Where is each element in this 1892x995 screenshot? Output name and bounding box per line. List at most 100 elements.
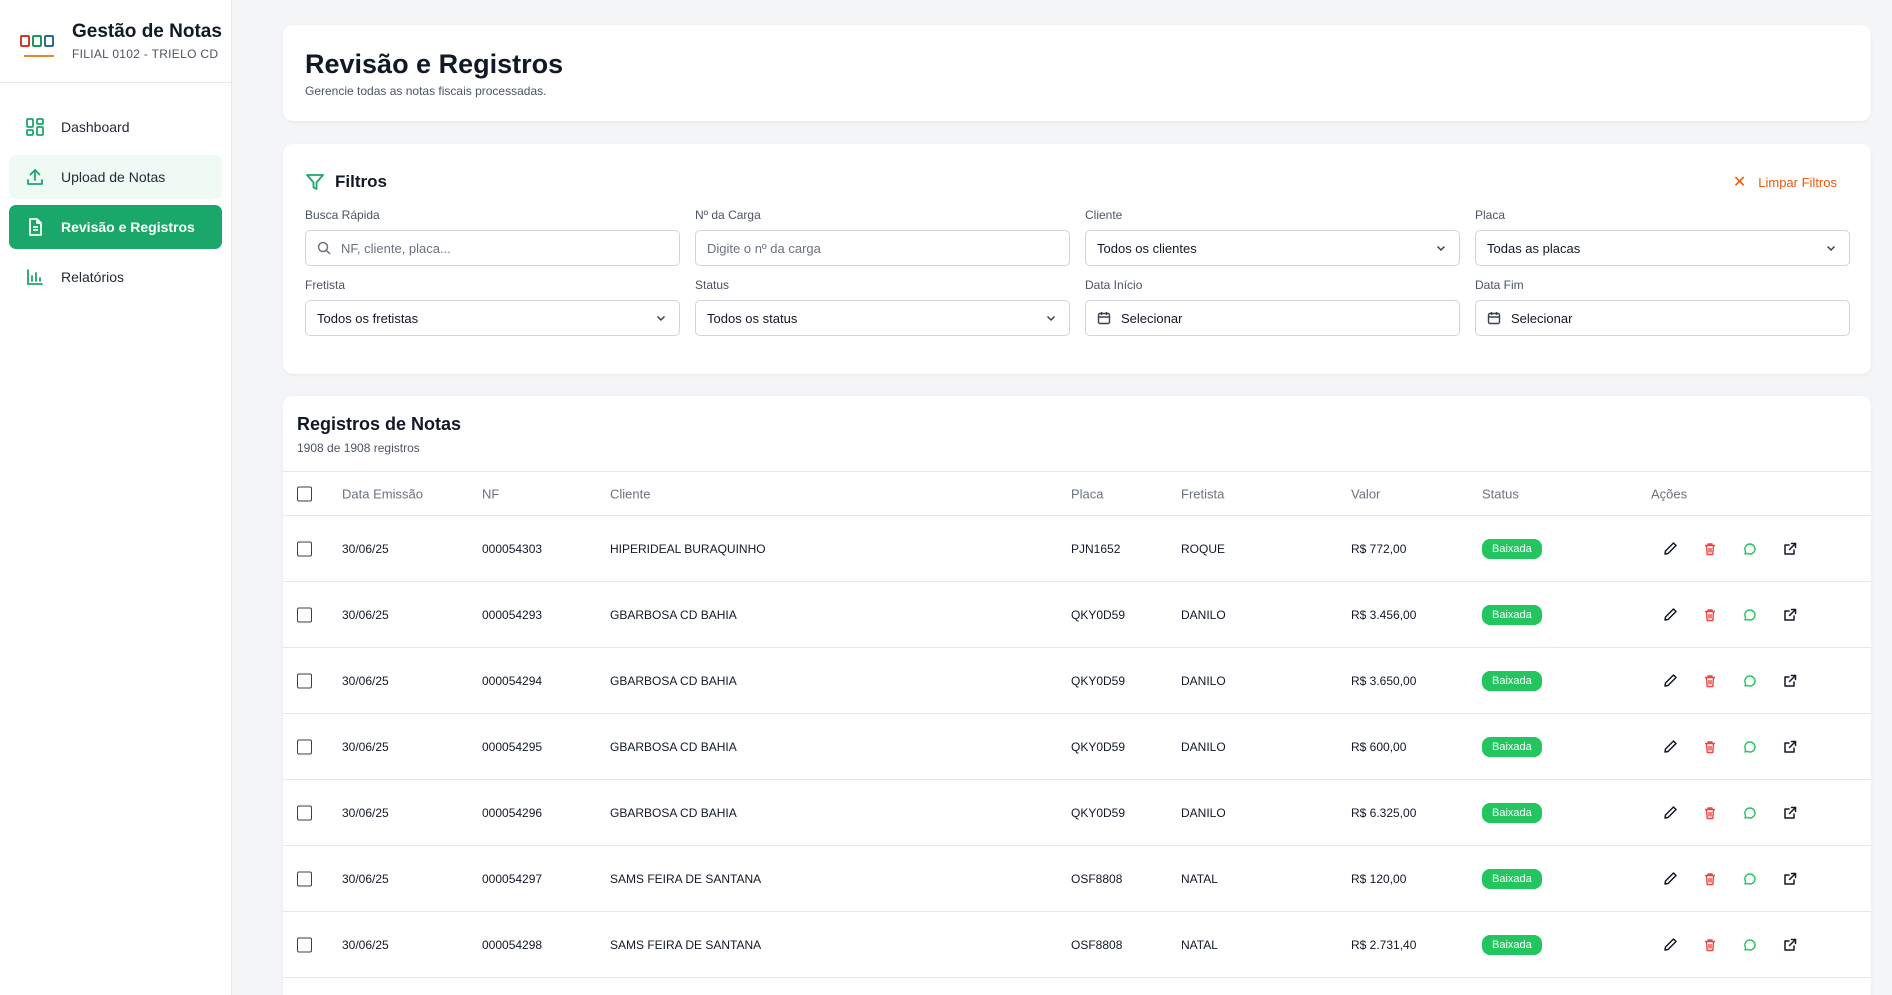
table-row: 30/06/25 000054296 GBARBOSA CD BAHIA QKY… [283,780,1871,846]
filter-icon [305,172,325,192]
records-count: 1908 de 1908 registros [297,441,420,455]
column-header-data[interactable]: Data Emissão [342,486,423,501]
busca-rapida-field: Busca Rápida NF, cliente, placa... [305,208,680,266]
edit-pencil-icon[interactable] [1661,738,1679,756]
edit-pencil-icon[interactable] [1661,936,1679,954]
cell-data-emissao: 30/06/25 [342,805,389,820]
open-external-icon[interactable] [1781,738,1799,756]
row-actions [1661,936,1799,954]
cell-valor: R$ 120,00 [1351,871,1407,886]
sidebar-item-relatorios[interactable]: Relatórios [9,255,222,299]
cliente-select[interactable]: Todos os clientes [1085,230,1460,266]
open-external-icon[interactable] [1781,804,1799,822]
row-checkbox[interactable] [297,739,312,754]
search-input[interactable]: NF, cliente, placa... [305,230,680,266]
status-badge: Baixada [1482,736,1542,757]
open-external-icon[interactable] [1781,936,1799,954]
chevron-down-icon [1045,312,1057,324]
open-external-icon[interactable] [1781,540,1799,558]
column-header-valor[interactable]: Valor [1351,486,1380,501]
sidebar-item-upload[interactable]: Upload de Notas [9,155,222,199]
open-external-icon[interactable] [1781,870,1799,888]
chevron-down-icon [1435,242,1447,254]
cell-data-emissao: 30/06/25 [342,607,389,622]
data-inicio-picker[interactable]: Selecionar [1085,300,1460,336]
cell-nf: 000054293 [482,607,543,622]
sidebar-item-revisao[interactable]: Revisão e Registros [9,205,222,249]
chat-bubble-icon[interactable] [1741,936,1759,954]
table-row: 30/06/25 000054303 HIPERIDEAL BURAQUINHO… [283,516,1871,582]
search-icon [317,241,331,255]
cell-cliente: GBARBOSA CD BAHIA [610,607,737,622]
chat-bubble-icon[interactable] [1741,672,1759,690]
edit-pencil-icon[interactable] [1661,870,1679,888]
document-icon [25,217,45,237]
clear-filters-button[interactable]: ✕ Limpar Filtros [1733,172,1849,192]
cell-fretista: ROQUE [1181,541,1226,556]
sidebar-item-label: Upload de Notas [61,169,166,185]
data-fim-picker[interactable]: Selecionar [1475,300,1850,336]
cell-nf: 000054294 [482,673,543,688]
cell-data-emissao: 30/06/25 [342,673,389,688]
chat-bubble-icon[interactable] [1741,606,1759,624]
calendar-icon [1487,311,1501,325]
edit-pencil-icon[interactable] [1661,540,1679,558]
delete-trash-icon[interactable] [1701,936,1719,954]
open-external-icon[interactable] [1781,606,1799,624]
chat-bubble-icon[interactable] [1741,804,1759,822]
bar-chart-icon [25,267,45,287]
column-header-placa[interactable]: Placa [1071,486,1104,501]
chevron-down-icon [655,312,667,324]
carga-input[interactable]: Digite o nº da carga [695,230,1070,266]
placa-select[interactable]: Todas as placas [1475,230,1850,266]
table-row: 30/06/25 000054297 SAMS FEIRA DE SANTANA… [283,846,1871,912]
column-header-fretista[interactable]: Fretista [1181,486,1224,501]
edit-pencil-icon[interactable] [1661,672,1679,690]
delete-trash-icon[interactable] [1701,672,1719,690]
column-header-acoes: Ações [1651,486,1688,501]
chat-bubble-icon[interactable] [1741,870,1759,888]
delete-trash-icon[interactable] [1701,540,1719,558]
row-checkbox[interactable] [297,871,312,886]
table-row: 30/06/25 000054294 GBARBOSA CD BAHIA QKY… [283,648,1871,714]
chevron-down-icon [1825,242,1837,254]
filters-title: Filtros [305,172,387,192]
row-actions [1661,606,1799,624]
select-all-checkbox[interactable] [297,486,312,501]
status-badge: Baixada [1482,934,1542,955]
row-checkbox[interactable] [297,541,312,556]
edit-pencil-icon[interactable] [1661,606,1679,624]
open-external-icon[interactable] [1781,672,1799,690]
delete-trash-icon[interactable] [1701,870,1719,888]
column-header-status[interactable]: Status [1482,486,1519,501]
row-actions [1661,870,1799,888]
filters-panel: Filtros ✕ Limpar Filtros Busca Rápida NF… [283,144,1871,374]
fretista-select[interactable]: Todos os fretistas [305,300,680,336]
cell-fretista: DANILO [1181,673,1226,688]
row-checkbox[interactable] [297,607,312,622]
dashboard-grid-icon [25,117,45,137]
chat-bubble-icon[interactable] [1741,738,1759,756]
row-checkbox[interactable] [297,805,312,820]
status-select[interactable]: Todos os status [695,300,1070,336]
cell-placa: OSF8808 [1071,937,1123,952]
delete-trash-icon[interactable] [1701,738,1719,756]
row-checkbox[interactable] [297,937,312,952]
data-fim-field: Data Fim Selecionar [1475,278,1850,336]
cell-nf: 000054295 [482,739,543,754]
edit-pencil-icon[interactable] [1661,804,1679,822]
upload-icon [25,167,45,187]
delete-trash-icon[interactable] [1701,606,1719,624]
column-header-nf[interactable]: NF [482,486,499,501]
column-header-cliente[interactable]: Cliente [610,486,650,501]
delete-trash-icon[interactable] [1701,804,1719,822]
cell-placa: PJN1652 [1071,541,1121,556]
cell-fretista: DANILO [1181,607,1226,622]
row-checkbox[interactable] [297,673,312,688]
sidebar-item-dashboard[interactable]: Dashboard [9,105,222,149]
cell-nf: 000054298 [482,937,543,952]
chat-bubble-icon[interactable] [1741,540,1759,558]
cell-data-emissao: 30/06/25 [342,739,389,754]
status-badge: Baixada [1482,538,1542,559]
cell-placa: QKY0D59 [1071,739,1126,754]
